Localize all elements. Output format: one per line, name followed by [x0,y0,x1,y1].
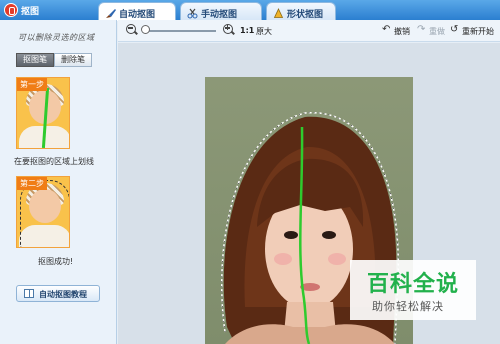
undo-button[interactable]: 撤销 [394,26,410,37]
tutorial-label: 自动抠图教程 [39,290,87,299]
tutorial-button[interactable]: 自动抠图教程 [16,285,100,302]
scissors-icon [187,8,198,19]
zoom-in-icon[interactable] [223,24,233,34]
tab-label: 自动抠图 [119,10,156,20]
shape-icon [273,8,284,18]
original-size-button[interactable]: 原大 [256,26,272,37]
tab-auto-cutout[interactable]: 自动抠图 [98,2,176,21]
step-badge: 第一步 [17,78,47,91]
restart-icon[interactable]: ↺ [450,25,458,35]
cutout-pen-button[interactable]: 抠图笔 [16,53,54,67]
tab-shape-cutout[interactable]: 形状抠图 [266,2,336,20]
erase-pen-button[interactable]: 删除笔 [54,53,92,67]
tab-manual-cutout[interactable]: 手动抠图 [180,2,262,20]
zoom-out-icon[interactable] [126,24,136,34]
brush-icon [106,9,116,18]
left-panel: 可以删除灵选的区域 抠图笔 删除笔 第一步 在要抠图的区域上划线 第二步 抠图成… [0,20,117,344]
step-one-thumbnail: 第一步 [16,77,70,149]
book-icon [24,289,34,298]
instruction-hint: 可以删除灵选的区域 [18,33,95,42]
zoom-slider[interactable] [142,30,216,32]
undo-icon[interactable]: ↶ [382,25,390,35]
tab-label: 形状抠图 [287,10,324,20]
tab-label: 手动抠图 [201,10,238,20]
window-title: 抠图 [21,7,40,17]
watermark: 百科全说 助你轻松解决 [350,260,476,320]
redo-button[interactable]: 重做 [429,26,445,37]
app-logo-icon [4,3,18,17]
redo-icon[interactable]: ↷ [417,25,425,35]
step-badge: 第二步 [17,177,47,190]
canvas-area[interactable]: 百科全说 助你轻松解决 [118,43,500,344]
selection-marquee [20,180,69,247]
watermark-subtitle: 助你轻松解决 [372,300,444,313]
step-two-thumbnail: 第二步 [16,176,70,248]
zoom-level[interactable]: 1:1 [240,26,254,35]
restart-button[interactable]: 重新开始 [462,26,494,37]
step-one-caption: 在要抠图的区域上划线 [14,157,94,166]
watermark-logo: 百科全说 [367,272,460,297]
toolbar: 1:1 原大 ↶ 撤销 ↷ 重做 ↺ 重新开始 [118,20,500,42]
title-bar: 抠图 自动抠图 手动抠图 形状抠图 [0,0,500,21]
step-two-caption: 抠图成功! [38,257,74,266]
zoom-slider-handle[interactable] [141,25,150,34]
